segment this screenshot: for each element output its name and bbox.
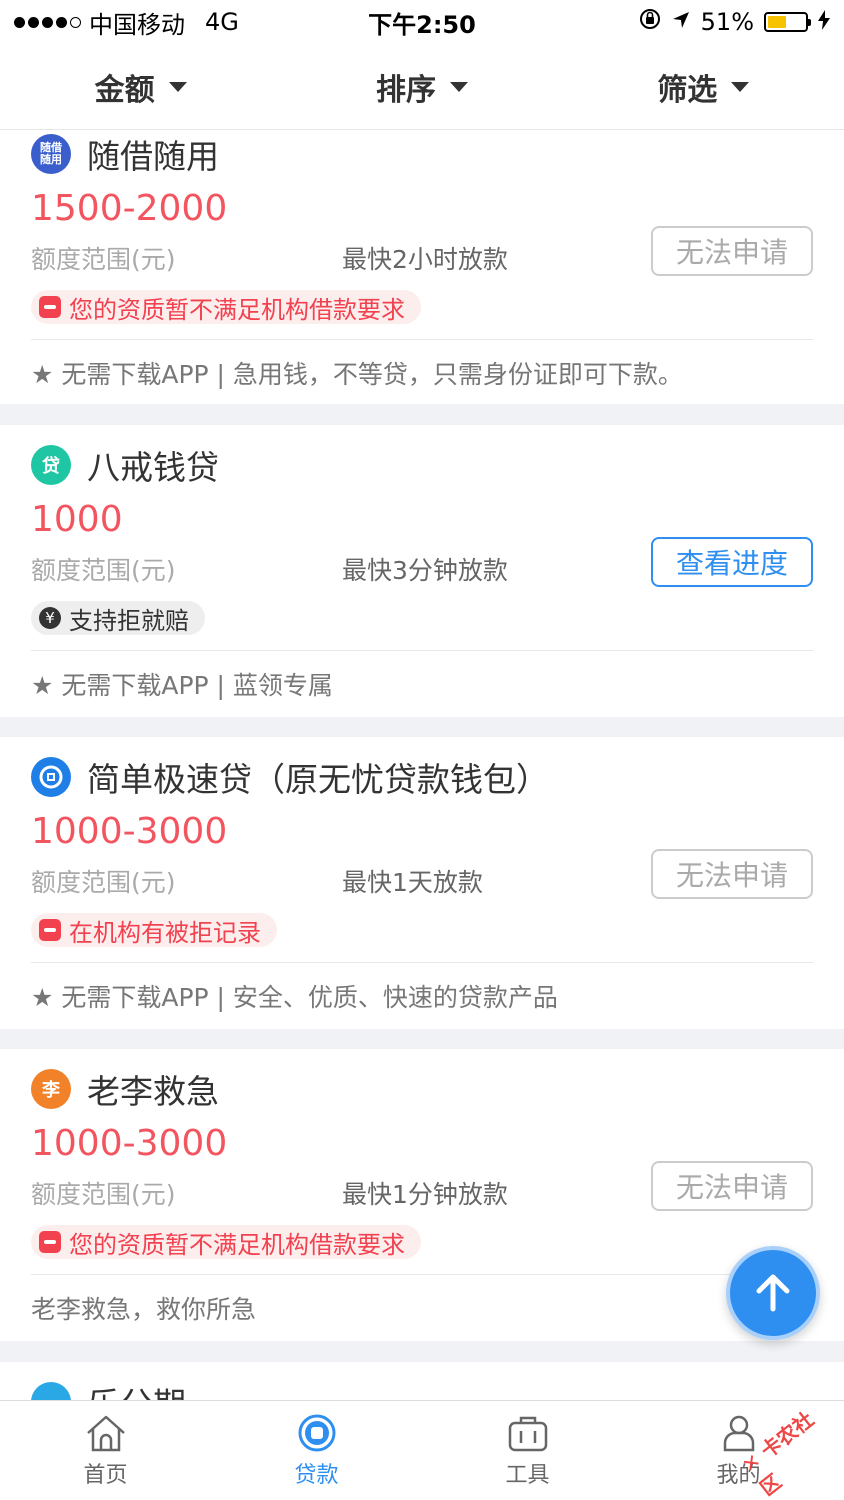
- tab-tools[interactable]: 工具: [422, 1401, 633, 1500]
- brand-icon: [39, 765, 63, 789]
- status-tag-text: 支持拒就赔: [69, 606, 189, 635]
- product-desc: ★ 无需下载APP | 安全、优质、快速的贷款产品: [31, 983, 558, 1012]
- status-tag-text: 您的资质暂不满足机构借款要求: [69, 295, 405, 324]
- product-logo: 随借随用: [31, 134, 71, 174]
- product-name: 老李救急: [87, 1072, 219, 1111]
- rotation-lock-icon: [639, 8, 661, 36]
- status-bar: 中国移动 4G 下午2:50 51%: [0, 0, 844, 44]
- range-label: 额度范围(元): [31, 868, 176, 897]
- range-label: 额度范围(元): [31, 245, 176, 274]
- status-tag: 您的资质暂不满足机构借款要求: [31, 1225, 421, 1259]
- apply-button[interactable]: 无法申请: [651, 226, 813, 276]
- filter-amount[interactable]: 金额: [0, 44, 281, 129]
- tab-bar: 首页 贷款 工具 我的: [0, 1400, 844, 1500]
- caret-down-icon: [168, 81, 187, 92]
- location-icon: [671, 8, 691, 36]
- minus-icon: [39, 1231, 61, 1253]
- minus-icon: [39, 296, 61, 318]
- product-name: 乐分期: [87, 1378, 186, 1400]
- status-left: 中国移动 4G: [14, 5, 239, 40]
- filter-screen-label: 筛选: [657, 72, 718, 108]
- loan-speed: 最快1分钟放款: [342, 1180, 508, 1209]
- apply-button[interactable]: 无法申请: [651, 1161, 813, 1211]
- battery-percent: 51%: [700, 8, 754, 36]
- tab-loan[interactable]: 贷款: [211, 1401, 422, 1500]
- apply-button[interactable]: 无法申请: [651, 849, 813, 899]
- product-desc: ★ 无需下载APP | 急用钱，不等贷，只需身份证即可下款。: [31, 360, 683, 389]
- arrow-up-icon: [756, 1274, 790, 1312]
- tab-home[interactable]: 首页: [0, 1401, 211, 1500]
- caret-down-icon: [731, 81, 750, 92]
- product-list[interactable]: 随借随用 随借随用 1500-2000 额度范围(元) 最快2小时放款 无法申请…: [0, 130, 844, 1400]
- carrier-label: 中国移动: [89, 10, 185, 39]
- product-card[interactable]: 随借随用 随借随用 1500-2000 额度范围(元) 最快2小时放款 无法申请…: [0, 130, 844, 404]
- battery-icon: [764, 12, 811, 32]
- loan-speed: 最快3分钟放款: [342, 556, 508, 585]
- loan-speed: 最快2小时放款: [342, 245, 508, 274]
- product-desc: 老李救急，救你所急: [31, 1295, 257, 1324]
- filter-bar: 金额 排序 筛选: [0, 44, 844, 130]
- minus-icon: [39, 919, 61, 941]
- loan-icon: [298, 1414, 335, 1451]
- product-card[interactable]: 简单极速贷（原无忧贷款钱包） 1000-3000 额度范围(元) 最快1天放款 …: [0, 737, 844, 1029]
- status-tag-text: 您的资质暂不满足机构借款要求: [69, 1230, 405, 1259]
- tab-loan-label: 贷款: [294, 1462, 339, 1488]
- home-icon: [86, 1415, 125, 1451]
- product-name: 八戒钱贷: [87, 448, 219, 487]
- product-name: 随借随用: [87, 137, 219, 176]
- filter-sort[interactable]: 排序: [281, 44, 562, 129]
- filter-amount-label: 金额: [94, 72, 155, 108]
- tab-tools-label: 工具: [505, 1462, 550, 1488]
- product-name: 简单极速贷（原无忧贷款钱包）: [87, 760, 549, 799]
- product-card[interactable]: 乐分期: [0, 1362, 844, 1400]
- status-tag: 在机构有被拒记录: [31, 913, 277, 947]
- product-logo: [31, 757, 71, 797]
- product-logo: 贷: [31, 445, 71, 485]
- status-tag-text: 在机构有被拒记录: [69, 918, 261, 947]
- range-label: 额度范围(元): [31, 1180, 176, 1209]
- scroll-to-top-button[interactable]: [726, 1246, 820, 1340]
- product-logo: [31, 1382, 71, 1400]
- filter-sort-label: 排序: [375, 72, 436, 108]
- filter-screen[interactable]: 筛选: [563, 44, 844, 129]
- view-progress-button[interactable]: 查看进度: [651, 537, 813, 587]
- network-label: 4G: [205, 8, 239, 36]
- loan-speed: 最快1天放款: [342, 868, 483, 897]
- product-card[interactable]: 李 老李救急 1000-3000 额度范围(元) 最快1分钟放款 无法申请 您的…: [0, 1049, 844, 1341]
- signal-icon: [14, 16, 81, 28]
- charging-icon: [818, 8, 830, 36]
- product-desc: ★ 无需下载APP | 蓝领专属: [31, 671, 333, 700]
- product-logo: 李: [31, 1069, 71, 1109]
- status-tag: ¥ 支持拒就赔: [31, 601, 205, 635]
- tab-home-label: 首页: [83, 1462, 128, 1488]
- toolbox-icon: [508, 1416, 547, 1451]
- product-card[interactable]: 贷 八戒钱贷 1000 额度范围(元) 最快3分钟放款 查看进度 ¥ 支持拒就赔…: [0, 425, 844, 717]
- yen-icon: ¥: [39, 607, 61, 629]
- range-label: 额度范围(元): [31, 556, 176, 585]
- caret-down-icon: [449, 81, 468, 92]
- status-right: 51%: [639, 8, 830, 36]
- status-tag: 您的资质暂不满足机构借款要求: [31, 290, 421, 324]
